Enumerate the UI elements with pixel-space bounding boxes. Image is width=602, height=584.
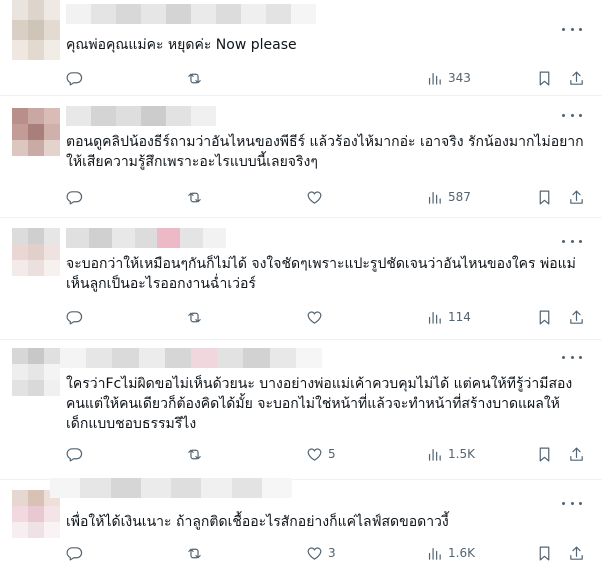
- reply-item[interactable]: ใครว่าFcไม่ผิดขอไม่เห็นด้วยนะ บางอย่างพ่…: [0, 340, 602, 480]
- views-button[interactable]: 114: [426, 307, 471, 327]
- more-options-button[interactable]: [562, 498, 582, 508]
- share-button[interactable]: [568, 187, 585, 207]
- retweet-icon: [188, 548, 201, 558]
- heart-icon: [307, 311, 322, 324]
- author-name-redacted[interactable]: [66, 4, 316, 24]
- views-chart-icon: [428, 448, 441, 461]
- reply-button[interactable]: [66, 307, 83, 327]
- reply-item[interactable]: ตอนดูคลิปน้องธีร์ถามว่าอันไหนของพีธีร์ แ…: [0, 96, 602, 218]
- views-button[interactable]: 1.6K: [426, 543, 475, 563]
- author-name-redacted[interactable]: [66, 106, 216, 126]
- views-button[interactable]: 587: [426, 187, 471, 207]
- bookmark-button[interactable]: [536, 68, 553, 88]
- bookmark-button[interactable]: [536, 444, 553, 464]
- like-count: 5: [328, 447, 336, 461]
- views-count: 1.6K: [448, 546, 475, 560]
- like-button[interactable]: 3: [306, 543, 336, 563]
- views-chart-icon: [428, 191, 441, 204]
- retweet-button[interactable]: [186, 307, 203, 327]
- more-options-button[interactable]: [562, 24, 582, 34]
- reply-icon: [66, 71, 83, 85]
- more-options-button[interactable]: [562, 236, 582, 246]
- bookmark-icon: [539, 71, 550, 85]
- reply-icon: [66, 546, 83, 560]
- like-button[interactable]: [306, 187, 323, 207]
- action-bar: 114: [66, 307, 590, 327]
- views-chart-icon: [428, 547, 441, 560]
- bookmark-button[interactable]: [536, 307, 553, 327]
- more-options-button[interactable]: [562, 110, 582, 120]
- reply-item[interactable]: คุณพ่อคุณแม่คะ หยุดค่ะ Now please 343: [0, 0, 602, 96]
- author-name-redacted[interactable]: [50, 478, 292, 498]
- bookmark-icon: [539, 546, 550, 560]
- reply-feed: คุณพ่อคุณแม่คะ หยุดค่ะ Now please 343 ตอ…: [0, 0, 602, 575]
- share-button[interactable]: [568, 543, 585, 563]
- retweet-icon: [188, 449, 201, 459]
- bookmark-button[interactable]: [536, 543, 553, 563]
- retweet-button[interactable]: [186, 68, 203, 88]
- avatar[interactable]: [12, 0, 60, 60]
- action-bar: 343: [66, 68, 590, 88]
- views-chart-icon: [428, 72, 441, 85]
- share-icon: [570, 71, 583, 85]
- retweet-button[interactable]: [186, 444, 203, 464]
- share-icon: [570, 190, 583, 204]
- retweet-button[interactable]: [186, 543, 203, 563]
- reply-icon: [66, 190, 83, 204]
- retweet-button[interactable]: [186, 187, 203, 207]
- bookmark-button[interactable]: [536, 187, 553, 207]
- views-chart-icon: [428, 311, 441, 324]
- reply-text: เพื่อให้ได้เงินเนาะ ถ้าลูกติดเชื้ออะไรสั…: [66, 514, 449, 530]
- views-button[interactable]: 1.5K: [426, 444, 475, 464]
- share-icon: [570, 310, 583, 324]
- share-button[interactable]: [568, 444, 585, 464]
- views-count: 587: [448, 190, 471, 204]
- share-button[interactable]: [568, 68, 585, 88]
- like-button[interactable]: 5: [306, 444, 336, 464]
- reply-text: ตอนดูคลิปน้องธีร์ถามว่าอันไหนของพีธีร์ แ…: [66, 134, 584, 170]
- action-bar: 587: [66, 187, 590, 207]
- views-count: 1.5K: [448, 447, 475, 461]
- reply-item[interactable]: จะบอกว่าให้เหมือนๆกันก็ไม่ได้ จงใจชัดๆเพ…: [0, 218, 602, 340]
- reply-button[interactable]: [66, 187, 83, 207]
- reply-item[interactable]: เพื่อให้ได้เงินเนาะ ถ้าลูกติดเชื้ออะไรสั…: [0, 478, 602, 584]
- reply-button[interactable]: [66, 444, 83, 464]
- action-bar: 5 1.5K: [66, 444, 590, 464]
- bookmark-icon: [539, 310, 550, 324]
- reply-button[interactable]: [66, 543, 83, 563]
- avatar[interactable]: [12, 348, 60, 396]
- like-button[interactable]: [306, 307, 323, 327]
- reply-text: คุณพ่อคุณแม่คะ หยุดค่ะ Now please: [66, 37, 297, 53]
- heart-icon: [307, 191, 322, 204]
- reply-button[interactable]: [66, 68, 83, 88]
- reply-icon: [66, 447, 83, 461]
- share-icon: [570, 447, 583, 461]
- share-button[interactable]: [568, 307, 585, 327]
- like-count: 3: [328, 546, 336, 560]
- views-count: 343: [448, 71, 471, 85]
- avatar[interactable]: [12, 108, 60, 156]
- retweet-icon: [188, 73, 201, 83]
- more-options-button[interactable]: [562, 352, 582, 362]
- heart-icon: [307, 448, 322, 461]
- reply-text: ใครว่าFcไม่ผิดขอไม่เห็นด้วยนะ บางอย่างพ่…: [66, 376, 573, 432]
- views-count: 114: [448, 310, 471, 324]
- bookmark-icon: [539, 447, 550, 461]
- retweet-icon: [188, 312, 201, 322]
- heart-icon: [307, 547, 322, 560]
- bookmark-icon: [539, 190, 550, 204]
- author-name-redacted[interactable]: [60, 348, 322, 368]
- action-bar: 3 1.6K: [66, 543, 590, 563]
- retweet-icon: [188, 192, 201, 202]
- avatar[interactable]: [12, 228, 60, 276]
- reply-icon: [66, 310, 83, 324]
- views-button[interactable]: 343: [426, 68, 471, 88]
- reply-text: จะบอกว่าให้เหมือนๆกันก็ไม่ได้ จงใจชัดๆเพ…: [66, 256, 576, 292]
- share-icon: [570, 546, 583, 560]
- author-name-redacted[interactable]: [66, 228, 226, 248]
